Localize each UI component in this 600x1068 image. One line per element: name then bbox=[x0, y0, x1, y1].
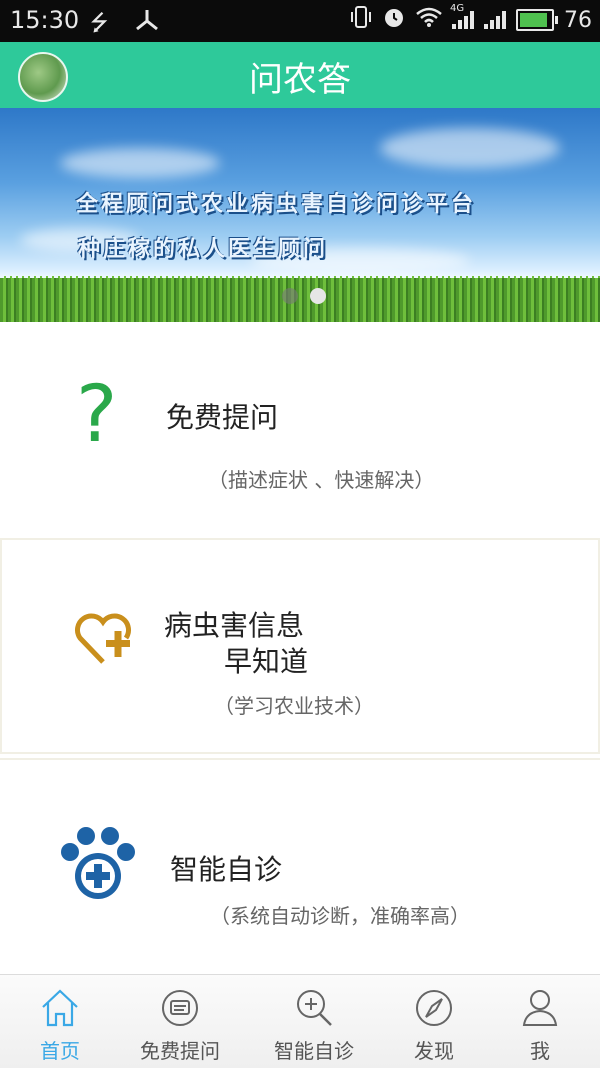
alarm-icon bbox=[382, 5, 406, 35]
paw-plus-icon bbox=[56, 826, 140, 906]
question-icon: ? bbox=[76, 370, 118, 460]
pest-info-title-line1: 病虫害信息 bbox=[164, 609, 305, 642]
tab-self-diagnosis[interactable]: 智能自诊 bbox=[254, 975, 374, 1068]
tab-free-question-label: 免费提问 bbox=[140, 1039, 220, 1063]
tab-discover[interactable]: 发现 bbox=[374, 975, 494, 1068]
free-question-title: 免费提问 bbox=[166, 401, 279, 434]
self-diagnosis-title: 智能自诊 bbox=[170, 853, 283, 886]
wifi-icon bbox=[416, 6, 442, 34]
tab-discover-label: 发现 bbox=[414, 1039, 454, 1063]
signal-4g-icon: 4G bbox=[450, 3, 474, 29]
carousel-indicator bbox=[282, 288, 326, 304]
heart-plus-icon bbox=[72, 608, 134, 674]
pest-info-subtitle: （学习农业技术） bbox=[214, 694, 374, 718]
pest-info-title-line2: 早知道 bbox=[224, 645, 309, 678]
free-question-subtitle: （描述症状 、快速解决） bbox=[208, 468, 435, 492]
tab-home-label: 首页 bbox=[40, 1039, 80, 1063]
carousel-dot[interactable] bbox=[282, 288, 298, 304]
signal-icon bbox=[484, 11, 506, 29]
usb-icon: ⭍ bbox=[90, 11, 109, 36]
battery-level: 76 bbox=[564, 7, 592, 33]
carousel-dot-active[interactable] bbox=[310, 288, 326, 304]
battery-icon bbox=[516, 9, 558, 31]
person-icon bbox=[522, 990, 558, 1026]
tab-free-question[interactable]: 免费提问 bbox=[120, 975, 240, 1068]
app-header: 问农答 bbox=[0, 42, 600, 108]
home-icon bbox=[42, 989, 78, 1027]
compass-icon bbox=[416, 990, 452, 1026]
zoom-in-icon bbox=[297, 990, 332, 1026]
bottom-tab-bar: 首页 免费提问 智能自诊 发现 我 bbox=[0, 974, 600, 1068]
developer-icon bbox=[134, 8, 160, 38]
self-diagnosis-subtitle: （系统自动诊断，准确率高） bbox=[210, 904, 470, 928]
tab-me-label: 我 bbox=[530, 1039, 550, 1063]
network-label: 4G bbox=[450, 3, 465, 14]
tab-self-diagnosis-label: 智能自诊 bbox=[274, 1039, 354, 1063]
chat-icon bbox=[162, 990, 198, 1026]
pest-info-card[interactable]: 病虫害信息 早知道 （学习农业技术） bbox=[0, 538, 600, 754]
tab-me[interactable]: 我 bbox=[480, 975, 600, 1068]
status-bar: 15:30 ⭍ 4G 76 bbox=[0, 0, 600, 42]
free-question-card[interactable]: ? 免费提问 （描述症状 、快速解决） bbox=[0, 322, 600, 536]
status-time: 15:30 bbox=[10, 6, 80, 34]
banner-carousel[interactable]: 全程顾问式农业病虫害自诊问诊平台 种庄稼的私人医生顾问 bbox=[0, 108, 600, 322]
self-diagnosis-card[interactable]: 智能自诊 （系统自动诊断，准确率高） bbox=[0, 758, 600, 974]
banner-headline: 全程顾问式农业病虫害自诊问诊平台 bbox=[76, 191, 477, 217]
banner-tagline: 种庄稼的私人医生顾问 bbox=[78, 236, 329, 262]
tab-home[interactable]: 首页 bbox=[0, 975, 120, 1068]
page-title: 问农答 bbox=[249, 60, 351, 100]
vibrate-icon bbox=[350, 5, 372, 35]
